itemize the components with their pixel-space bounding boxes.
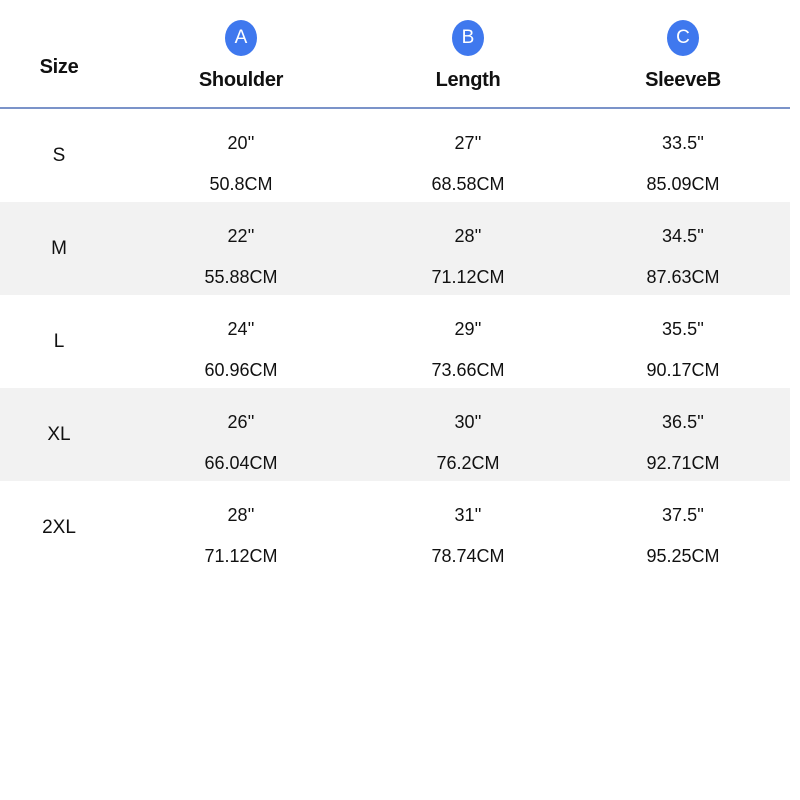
shoulder-badge-icon: A xyxy=(225,20,257,56)
shoulder-cm: 60.96CM xyxy=(204,360,278,380)
table-row: S 20'' 50.8CM 27'' 68.58CM 33.5'' 85.09C… xyxy=(0,109,790,202)
size-cell: XL xyxy=(47,424,71,445)
size-chart: Size A Shoulder B Length C SleeveB S 20'… xyxy=(0,0,800,800)
shoulder-cell: 22'' 55.88CM xyxy=(160,202,322,295)
shoulder-cell: 26'' 66.04CM xyxy=(160,388,322,481)
sleeve-cm: 85.09CM xyxy=(646,174,720,194)
table-body: S 20'' 50.8CM 27'' 68.58CM 33.5'' 85.09C… xyxy=(0,109,790,574)
length-label: Length xyxy=(435,69,501,91)
size-cell: S xyxy=(52,145,66,166)
shoulder-cell: 28'' 71.12CM xyxy=(160,481,322,574)
sleeve-inches: 34.5'' xyxy=(662,226,704,246)
length-cell: 28'' 71.12CM xyxy=(386,202,550,295)
shoulder-inches: 20'' xyxy=(227,133,255,153)
shoulder-column-header: A Shoulder xyxy=(160,20,322,92)
length-cm: 78.74CM xyxy=(431,546,505,566)
shoulder-cell: 20'' 50.8CM xyxy=(160,109,322,202)
sleeve-column-header: C SleeveB xyxy=(602,20,764,92)
length-badge-icon: B xyxy=(452,20,484,56)
length-column-header: B Length xyxy=(386,20,550,92)
table-header: Size A Shoulder B Length C SleeveB xyxy=(0,0,790,109)
length-cm: 73.66CM xyxy=(431,360,505,380)
sleeve-cm: 92.71CM xyxy=(646,453,720,473)
length-inches: 29'' xyxy=(454,319,482,339)
shoulder-label: Shoulder xyxy=(198,69,284,91)
shoulder-cm: 55.88CM xyxy=(204,267,278,287)
shoulder-cm: 66.04CM xyxy=(204,453,278,473)
sleeve-cell: 35.5'' 90.17CM xyxy=(602,295,764,388)
sleeve-inches: 33.5'' xyxy=(662,133,704,153)
shoulder-inches: 22'' xyxy=(227,226,255,246)
length-cm: 68.58CM xyxy=(431,174,505,194)
shoulder-inches: 28'' xyxy=(227,505,255,525)
shoulder-cm: 71.12CM xyxy=(204,546,278,566)
sleeve-badge-icon: C xyxy=(667,20,699,56)
length-cell: 29'' 73.66CM xyxy=(386,295,550,388)
shoulder-inches: 26'' xyxy=(227,412,255,432)
sleeve-cm: 87.63CM xyxy=(646,267,720,287)
sleeve-cell: 36.5'' 92.71CM xyxy=(602,388,764,481)
shoulder-cell: 24'' 60.96CM xyxy=(160,295,322,388)
length-inches: 28'' xyxy=(454,226,482,246)
sleeve-inches: 35.5'' xyxy=(662,319,704,339)
shoulder-cm: 50.8CM xyxy=(209,174,273,194)
length-cell: 30'' 76.2CM xyxy=(386,388,550,481)
sleeve-inches: 36.5'' xyxy=(662,412,704,432)
length-cm: 71.12CM xyxy=(431,267,505,287)
table-row: M 22'' 55.88CM 28'' 71.12CM 34.5'' 87.63… xyxy=(0,202,790,295)
length-inches: 30'' xyxy=(454,412,482,432)
size-cell: L xyxy=(53,331,65,352)
size-column-header: Size xyxy=(39,56,79,78)
sleeve-label: SleeveB xyxy=(645,69,721,91)
sleeve-cm: 90.17CM xyxy=(646,360,720,380)
length-inches: 31'' xyxy=(454,505,482,525)
sleeve-cell: 37.5'' 95.25CM xyxy=(602,481,764,574)
sleeve-cell: 33.5'' 85.09CM xyxy=(602,109,764,202)
length-cell: 31'' 78.74CM xyxy=(386,481,550,574)
table-row: L 24'' 60.96CM 29'' 73.66CM 35.5'' 90.17… xyxy=(0,295,790,388)
sleeve-cm: 95.25CM xyxy=(646,546,720,566)
length-cell: 27'' 68.58CM xyxy=(386,109,550,202)
sleeve-cell: 34.5'' 87.63CM xyxy=(602,202,764,295)
table-row: 2XL 28'' 71.12CM 31'' 78.74CM 37.5'' 95.… xyxy=(0,481,790,574)
size-cell: M xyxy=(51,238,67,259)
table-row: XL 26'' 66.04CM 30'' 76.2CM 36.5'' 92.71… xyxy=(0,388,790,481)
sleeve-inches: 37.5'' xyxy=(662,505,704,525)
length-inches: 27'' xyxy=(454,133,482,153)
length-cm: 76.2CM xyxy=(436,453,500,473)
size-cell: 2XL xyxy=(42,517,76,538)
shoulder-inches: 24'' xyxy=(227,319,255,339)
